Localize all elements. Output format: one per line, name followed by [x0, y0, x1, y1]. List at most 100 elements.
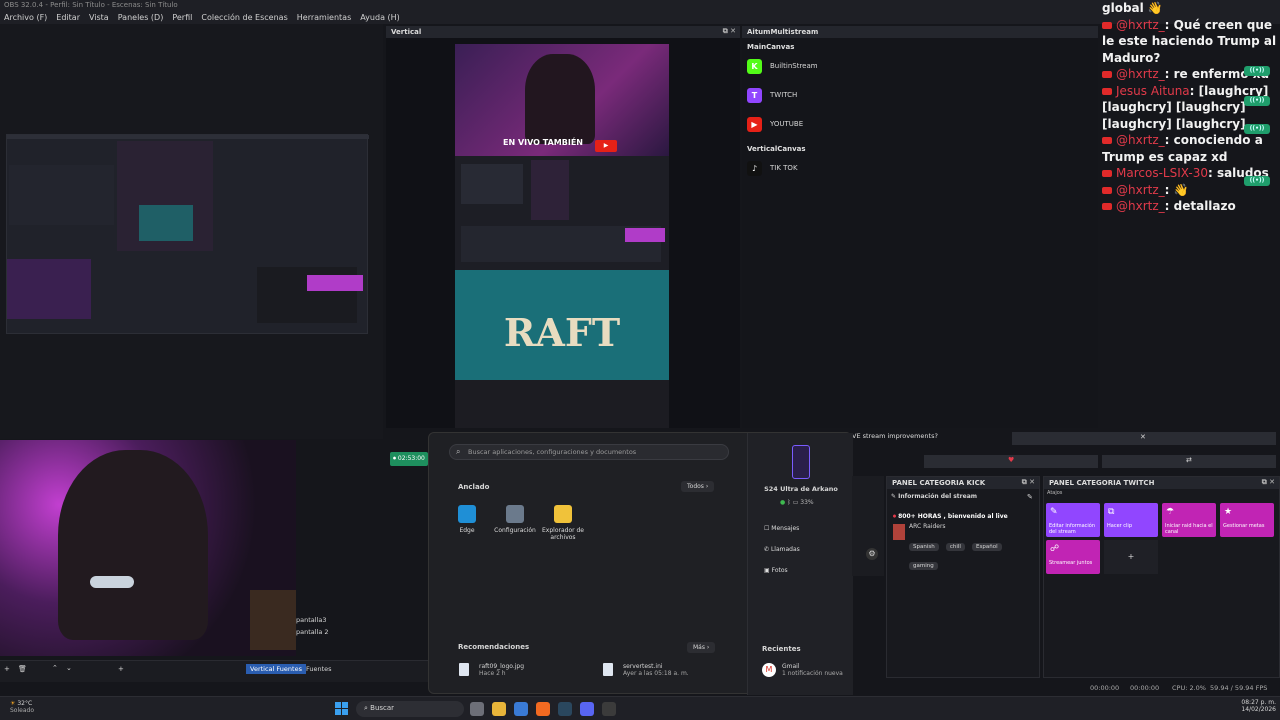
scene-item[interactable]: pantalla 2	[296, 626, 426, 638]
recommended-text: servertest.ini Ayer a las 05:18 a. m.	[623, 663, 733, 677]
menu-perfil[interactable]: Perfil	[172, 13, 192, 22]
chat-action-button[interactable]: ((•))	[1244, 124, 1270, 134]
tab-vertical-fuentes[interactable]: Vertical Fuentes	[246, 664, 306, 674]
taskbar-clock[interactable]: 08:27 p. m. 14/02/2026	[1236, 699, 1276, 713]
recent-meta: 1 notificación nueva	[782, 670, 843, 677]
weather-widget[interactable]: ☀ 32°C Soleado	[10, 700, 34, 714]
preview-raft-thumb	[139, 205, 193, 241]
twitch-shortcut-tile[interactable]: ✎ Editar información del stream	[1046, 503, 1100, 537]
app-label: Configuración	[494, 527, 536, 534]
menu-herramientas[interactable]: Herramientas	[297, 13, 352, 22]
chat-username: Marcos-LSIX-30	[1116, 166, 1208, 180]
vertical-canvas[interactable]: EN VIVO TAMBIÉN ▶ RAFT	[455, 44, 669, 428]
phone-link-item[interactable]: ✆ Llamadas	[764, 546, 800, 553]
dock-controls[interactable]: ⧉ ✕	[1022, 478, 1035, 487]
app-label: Explorador de archivos	[542, 527, 584, 541]
close-question-button[interactable]: ✕	[1012, 432, 1276, 445]
twitch-panel-subtitle: Atajos	[1047, 490, 1063, 496]
phone-link-label: Mensajes	[771, 525, 800, 532]
menu-paneles[interactable]: Paneles (D)	[118, 13, 164, 22]
file-icon	[459, 663, 469, 676]
chat-action-button[interactable]: ((•))	[1244, 176, 1270, 186]
twitch-shortcut-tile[interactable]: ★ Gestionar metas	[1220, 503, 1274, 537]
tile-label: Iniciar raid hacia el canal	[1165, 523, 1213, 535]
gear-icon[interactable]: ⚙	[866, 548, 878, 560]
tag: chill	[945, 543, 965, 551]
pinned-label: Anclado	[458, 483, 490, 491]
dock-controls[interactable]: ⧉ ✕	[1262, 478, 1275, 487]
twitch-shortcut-tile[interactable]: ☍ Streamear juntos	[1046, 540, 1100, 574]
file-meta: Ayer a las 05:18 a. m.	[623, 670, 689, 677]
add-source-icon[interactable]: +	[118, 665, 124, 673]
dock-controls[interactable]: ⧉ ✕	[723, 27, 736, 36]
recommended-text: raft09_logo.jpg Hace 2 h	[479, 663, 589, 677]
phone-link-item[interactable]: ☐ Mensajes	[764, 525, 799, 532]
add-shortcut-button[interactable]: +	[1104, 540, 1158, 574]
trash-icon[interactable]: 🗑	[18, 665, 27, 673]
task-view-icon[interactable]	[470, 702, 484, 716]
start-menu: ⌕ Buscar aplicaciones, configuraciones y…	[428, 432, 853, 695]
menu-ayuda[interactable]: Ayuda (H)	[360, 13, 400, 22]
more-label: Más	[693, 644, 705, 651]
more-button[interactable]: Más ›	[687, 642, 716, 653]
output-row[interactable]: K BuiltinStream	[747, 55, 1093, 77]
mixer-fragment: ⚙	[852, 476, 884, 576]
chat-username: @hxrtz_	[1116, 67, 1165, 81]
steam-icon[interactable]	[558, 702, 572, 716]
heart-button[interactable]: ♥	[924, 455, 1098, 468]
app-icon	[458, 505, 476, 523]
gmail-icon: M	[762, 663, 776, 677]
main-preview[interactable]	[0, 24, 383, 439]
chat-text: : 👋	[1164, 182, 1189, 197]
live-time: 02:53:00	[397, 455, 425, 462]
chevron-up-icon[interactable]: ⌃	[52, 664, 58, 672]
all-apps-button[interactable]: Todos ›	[681, 481, 715, 492]
discord-icon[interactable]	[580, 702, 594, 716]
app-icon	[506, 505, 524, 523]
chat-action-button[interactable]: ((•))	[1244, 96, 1270, 106]
platform-logo-icon: T	[747, 87, 762, 103]
output-label: TIK TOK	[770, 164, 798, 172]
menu-archivo[interactable]: Archivo (F)	[4, 13, 47, 22]
kick-tags: Spanish chill Español gaming	[909, 533, 1039, 571]
edit-icon[interactable]: ✎	[1027, 493, 1033, 501]
chat-message: @hxrtz_: conociendo a Trump es capaz xd	[1098, 132, 1280, 165]
output-row[interactable]: ▶ YOUTUBE	[747, 113, 1093, 135]
share-button[interactable]: ⇄	[1102, 455, 1276, 468]
menu-vista[interactable]: Vista	[89, 13, 109, 22]
add-icon[interactable]: +	[4, 665, 10, 673]
start-search-input[interactable]: ⌕ Buscar aplicaciones, configuraciones y…	[449, 444, 729, 460]
tab-fuentes[interactable]: Fuentes	[306, 665, 332, 673]
twitch-shortcut-tile[interactable]: ⧉ Hacer clip	[1104, 503, 1158, 537]
windows-start-icon[interactable]	[335, 702, 349, 716]
tag: gaming	[909, 562, 938, 570]
recent-item[interactable]: Gmail 1 notificación nueva	[782, 663, 843, 677]
output-label: BuiltinStream	[770, 62, 818, 70]
chat-username: @hxrtz_	[1116, 17, 1165, 32]
twitch-shortcut-tile[interactable]: ☂ Iniciar raid hacia el canal	[1162, 503, 1216, 537]
output-row[interactable]: ♪ TIK TOK	[747, 157, 1093, 179]
file-explorer-icon[interactable]	[492, 702, 506, 716]
rec-time: 00:00:00	[1090, 684, 1120, 692]
obs-icon[interactable]	[602, 702, 616, 716]
microphone-icon	[90, 576, 134, 588]
pinned-app[interactable]: Configuración	[490, 505, 540, 534]
phone-link-item[interactable]: ▣ Fotos	[764, 567, 788, 574]
output-row[interactable]: T TWITCH	[747, 84, 1093, 106]
phone-link-label: Fotos	[771, 567, 788, 574]
youtube-icon	[1102, 186, 1112, 194]
scene-item[interactable]: pantalla3	[296, 614, 426, 626]
menu-editar[interactable]: Editar	[56, 13, 80, 22]
streamer-silhouette	[58, 450, 208, 640]
chat-action-button[interactable]: ((•))	[1244, 66, 1270, 76]
connected-icon: ●	[780, 499, 786, 506]
store-icon[interactable]	[514, 702, 528, 716]
pinned-app[interactable]: Explorador de archivos	[538, 505, 588, 541]
menu-coleccion-escenas[interactable]: Colección de Escenas	[201, 13, 287, 22]
brave-icon[interactable]	[536, 702, 550, 716]
close-icon: ✕	[1140, 433, 1146, 441]
pinned-app[interactable]: Edge	[442, 505, 492, 534]
taskbar-search[interactable]: ⌕ Buscar	[356, 701, 464, 717]
chevron-down-icon[interactable]: ⌄	[66, 664, 72, 672]
chat-message: @hxrtz_: detallazo	[1098, 198, 1280, 215]
